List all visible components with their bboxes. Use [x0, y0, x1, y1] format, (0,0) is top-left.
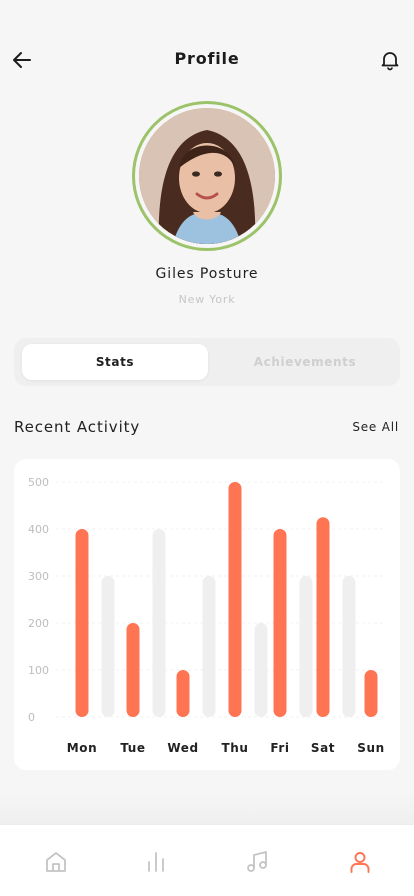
bar-primary-sat[interactable]	[316, 517, 330, 717]
y-tick-label: 300	[28, 570, 49, 583]
y-tick-label: 500	[28, 476, 49, 489]
nav-stats[interactable]	[143, 849, 169, 875]
bar-primary-sun[interactable]	[364, 670, 378, 717]
user-icon	[350, 852, 370, 873]
x-tick-label: Wed	[167, 741, 198, 755]
bar-primary-mon[interactable]	[75, 529, 89, 717]
bottom-nav	[0, 824, 414, 896]
avatar-portrait	[139, 108, 275, 244]
x-tick-label: Thu	[221, 741, 248, 755]
bar-secondary-wed[interactable]	[202, 576, 216, 717]
notifications-button[interactable]	[378, 48, 402, 72]
x-tick-label: Tue	[120, 741, 145, 755]
bell-icon	[381, 52, 399, 71]
x-tick-label: Mon	[67, 741, 98, 755]
bar-primary-fri[interactable]	[273, 529, 287, 717]
y-tick-label: 100	[28, 664, 49, 677]
tab-stats[interactable]: Stats	[22, 344, 208, 380]
profile-tabs: Stats Achievements	[14, 338, 400, 386]
activity-chart-card: 0 100 200 300 400 500 Mon Tue Wed Thu Fri Sat Sun	[14, 459, 400, 770]
home-icon	[46, 852, 66, 872]
see-all-link[interactable]: See All	[352, 420, 399, 434]
y-tick-label: 200	[28, 617, 49, 630]
bar-secondary-tue[interactable]	[152, 529, 166, 717]
bar-secondary-sat[interactable]	[342, 576, 356, 717]
avatar[interactable]	[139, 108, 275, 244]
tab-achievements[interactable]: Achievements	[212, 344, 398, 380]
bar-secondary-fri[interactable]	[299, 576, 313, 717]
bar-primary-tue[interactable]	[126, 623, 140, 717]
profile-location: New York	[178, 293, 236, 306]
x-tick-label: Sat	[311, 741, 335, 755]
header: Profile	[0, 40, 414, 80]
nav-home[interactable]	[43, 849, 69, 875]
y-tick-label: 400	[28, 523, 49, 536]
activity-chart: 0 100 200 300 400 500 Mon Tue Wed Thu Fri Sat Sun	[28, 476, 386, 755]
avatar-ring	[132, 101, 282, 251]
y-tick-label: 0	[28, 711, 35, 724]
bar-primary-wed[interactable]	[176, 670, 190, 717]
page-title: Profile	[174, 49, 240, 68]
x-tick-label: Sun	[357, 741, 385, 755]
nav-profile[interactable]	[347, 849, 373, 875]
bar-secondary-thu[interactable]	[254, 623, 268, 717]
nav-music[interactable]	[245, 849, 271, 875]
x-tick-label: Fri	[270, 741, 289, 755]
bar-primary-thu[interactable]	[228, 482, 242, 717]
music-icon	[247, 851, 267, 872]
recent-activity-title: Recent Activity	[14, 418, 141, 436]
bottom-fade	[0, 790, 414, 824]
bar-secondary-mon[interactable]	[101, 576, 115, 717]
bar-chart-icon	[148, 852, 164, 872]
profile-name: Giles Posture	[155, 266, 259, 282]
